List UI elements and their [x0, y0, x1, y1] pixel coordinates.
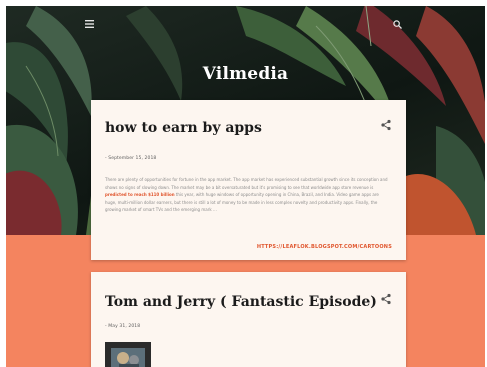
post-excerpt: There are plenty of opportunities for fo…	[105, 176, 391, 214]
excerpt-highlight-link[interactable]: predicted to reach $110 billion	[105, 192, 175, 197]
post-link[interactable]: HTTPS://LEAFLOK.BLOGSPOT.COM/CARTOONS	[257, 244, 392, 250]
post-date: - September 15, 2018	[105, 156, 157, 161]
share-button[interactable]	[380, 116, 392, 131]
search-icon	[393, 20, 402, 29]
share-icon	[381, 119, 391, 131]
cartoon-thumbnail-image	[105, 342, 151, 367]
post-card: how to earn by apps - September 15, 2018…	[91, 100, 406, 260]
hamburger-menu-icon	[85, 20, 94, 28]
excerpt-text-start: There are plenty of opportunities for fo…	[105, 177, 388, 190]
post-title[interactable]: Tom and Jerry ( Fantastic Episode)	[105, 294, 377, 310]
share-button[interactable]	[380, 290, 392, 305]
search-button[interactable]	[393, 20, 413, 40]
post-date: - May 31, 2018	[105, 324, 141, 329]
post-title[interactable]: how to earn by apps	[105, 120, 262, 136]
site-title[interactable]: Vilmedia	[6, 64, 485, 84]
post-card: Tom and Jerry ( Fantastic Episode) - May…	[91, 272, 406, 367]
share-icon	[381, 293, 391, 305]
post-thumbnail[interactable]	[105, 342, 151, 367]
menu-button[interactable]	[85, 20, 105, 40]
page-frame: Vilmedia how to earn by apps - September…	[6, 6, 485, 367]
